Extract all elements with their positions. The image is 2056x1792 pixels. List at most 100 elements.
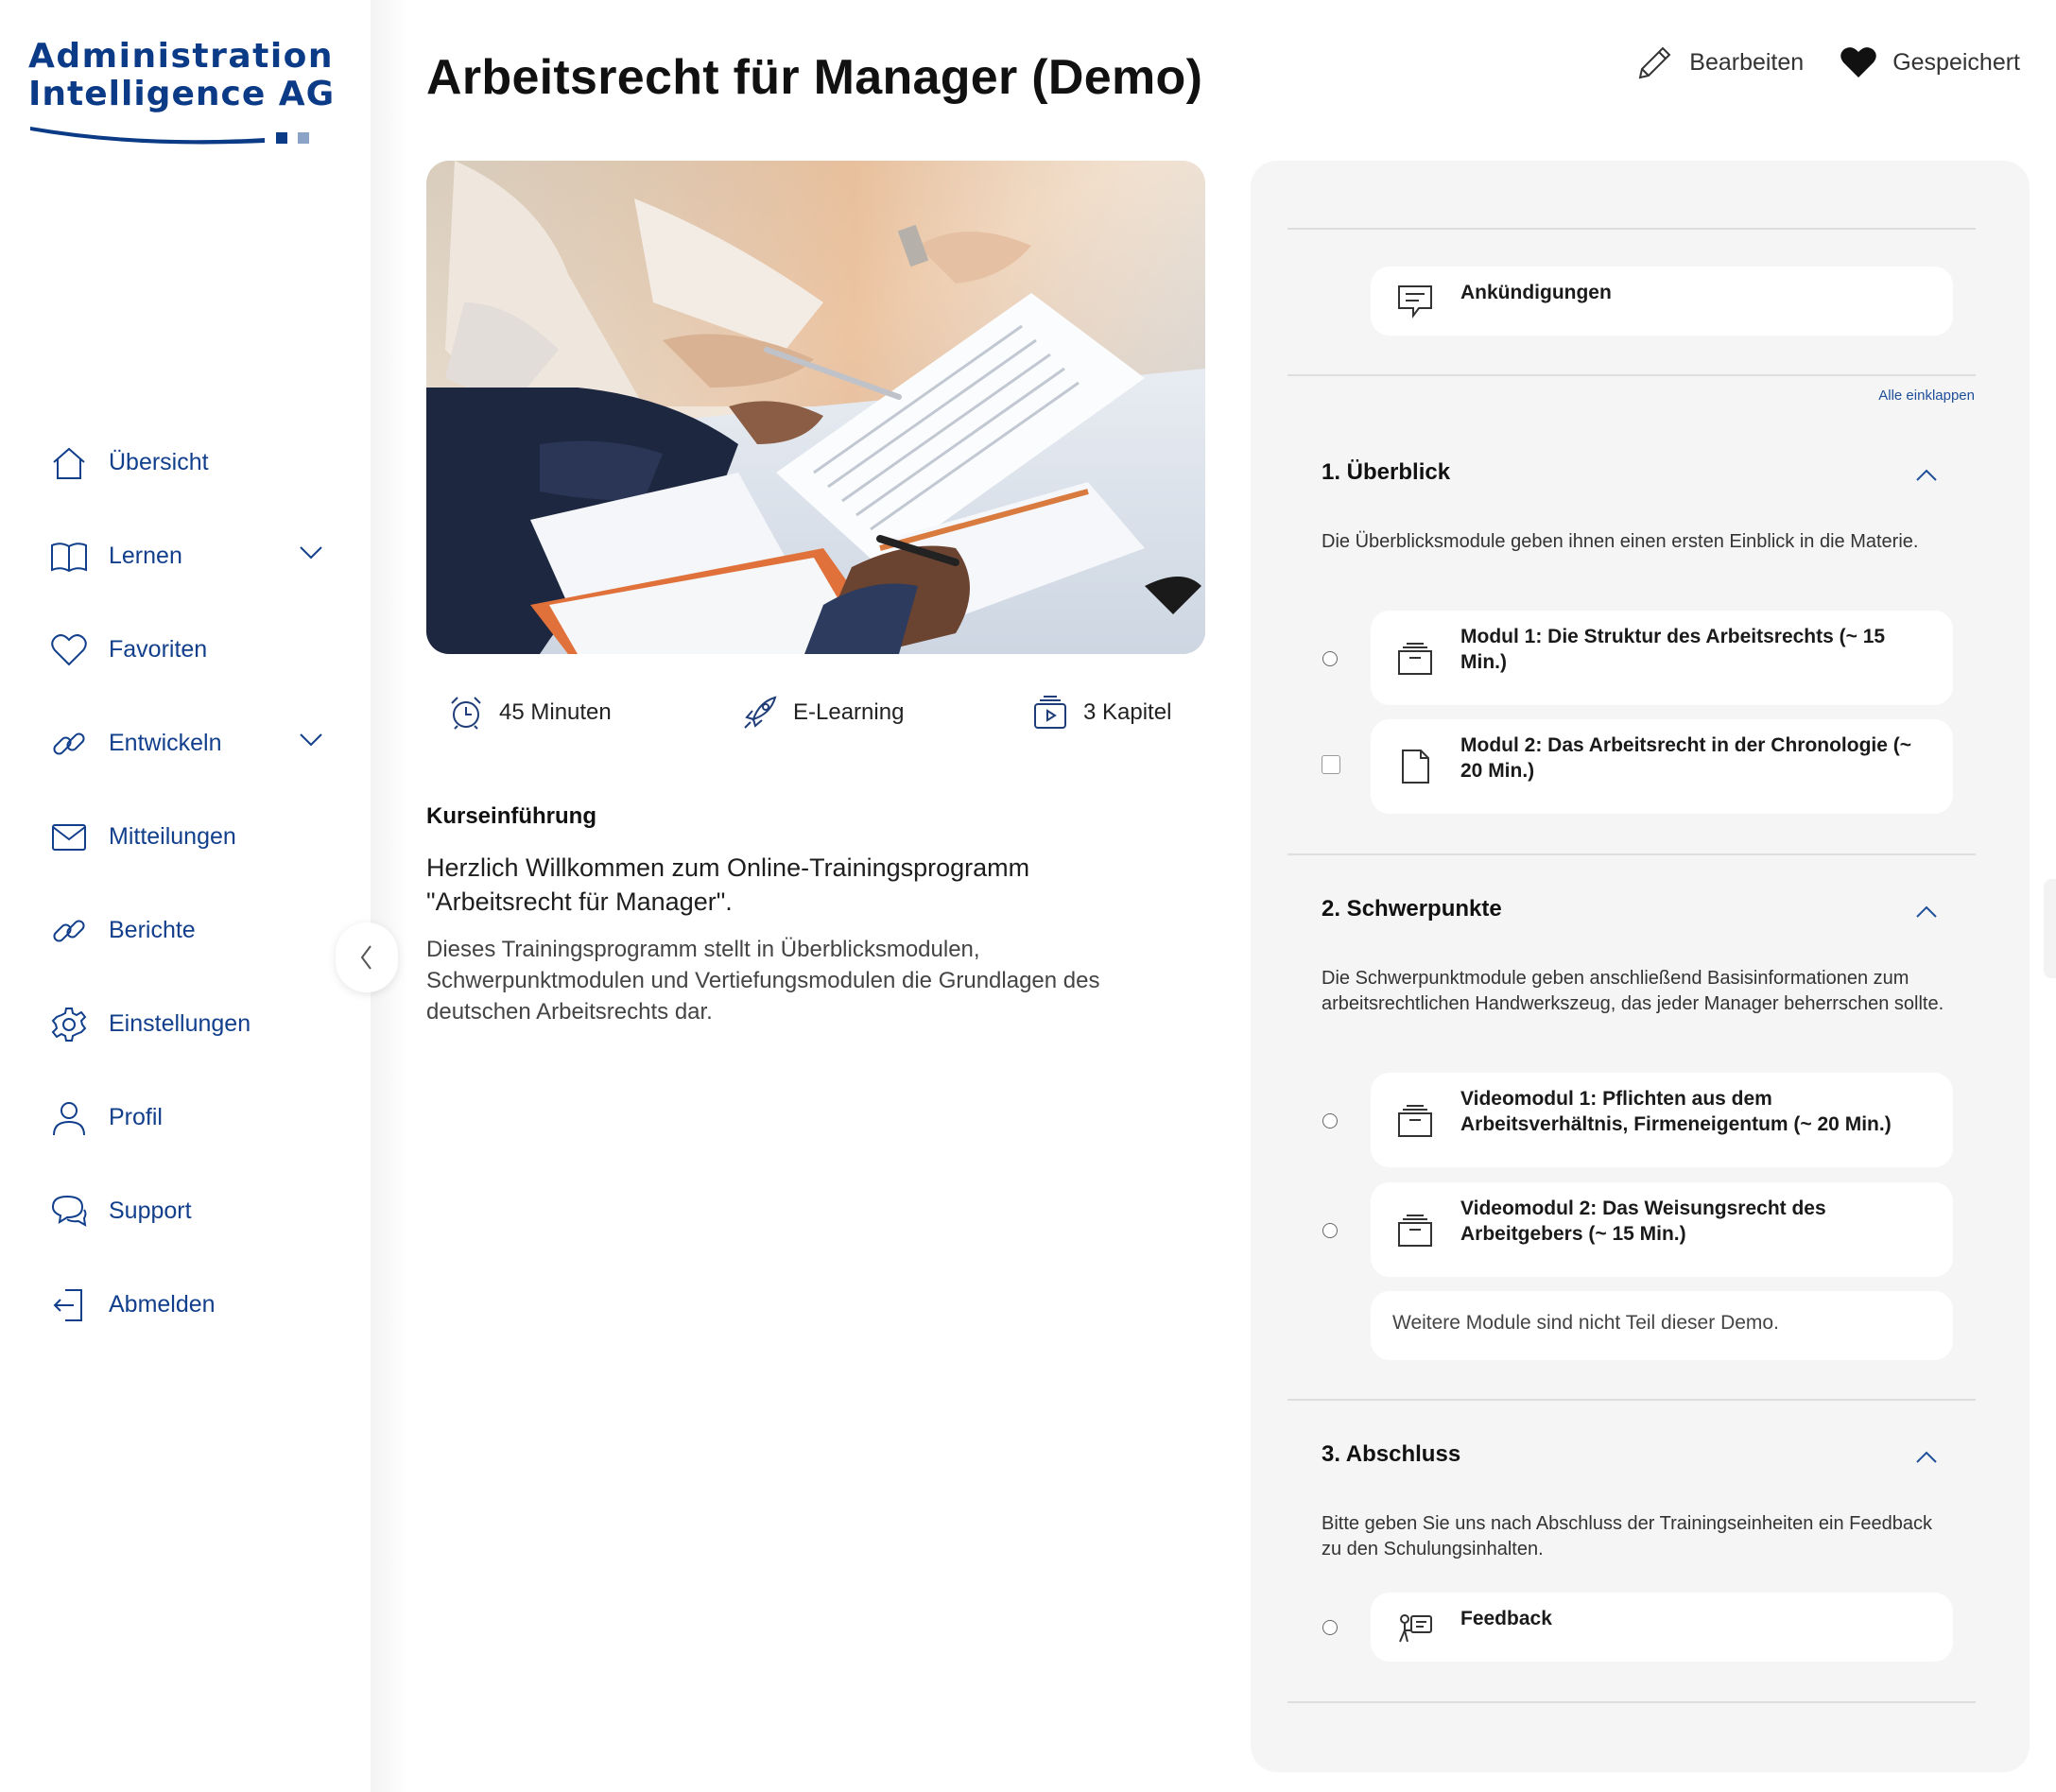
- sidebar-item-einstellungen[interactable]: Einstellungen: [47, 977, 340, 1071]
- module-status-checkbox[interactable]: [1322, 755, 1340, 774]
- scroll-handle[interactable]: [2044, 879, 2056, 978]
- edit-label: Bearbeiten: [1689, 48, 1805, 76]
- feedback-title: Feedback: [1460, 1608, 1552, 1629]
- collapse-all-link[interactable]: Alle einklappen: [1878, 388, 1975, 404]
- chevron-up-icon[interactable]: [1915, 905, 1938, 919]
- link-icon: [47, 909, 91, 953]
- meta-chapters: 3 Kapitel: [1032, 695, 1171, 731]
- sidebar-item-label: Abmelden: [109, 1291, 216, 1318]
- duration-label: 45 Minuten: [499, 699, 612, 725]
- collapse-sidebar-button[interactable]: [336, 922, 398, 992]
- module-card[interactable]: Videomodul 2: Das Weisungsrecht des Arbe…: [1371, 1182, 1953, 1277]
- mail-icon: [47, 816, 91, 859]
- sidebar-item-label: Mitteilungen: [109, 823, 236, 850]
- meta-duration: 45 Minuten: [448, 695, 612, 731]
- divider: [1287, 853, 1976, 855]
- sidebar-item-mitteilungen[interactable]: Mitteilungen: [47, 790, 340, 884]
- chapters-label: 3 Kapitel: [1083, 699, 1172, 725]
- chevron-down-icon[interactable]: [299, 732, 323, 748]
- sidebar-item-label: Lernen: [109, 543, 182, 569]
- logout-icon: [47, 1284, 91, 1327]
- demo-note-card: Weitere Module sind nicht Teil dieser De…: [1371, 1291, 1953, 1360]
- sidebar-item-favoriten[interactable]: Favoriten: [47, 603, 340, 697]
- sidebar-item-uebersicht[interactable]: Übersicht: [47, 416, 340, 509]
- gear-icon: [47, 1003, 91, 1046]
- divider: [1287, 1399, 1976, 1401]
- module-title: Modul 1: Die Struktur des Arbeitsrechts …: [1460, 626, 1886, 673]
- sidebar: Administration Intelligence AG Übersicht…: [0, 0, 371, 1792]
- document-icon: [1393, 745, 1437, 788]
- sidebar-item-label: Entwickeln: [109, 730, 222, 756]
- sidebar-item-label: Berichte: [109, 917, 196, 943]
- sidebar-item-entwickeln[interactable]: Entwickeln: [47, 697, 340, 790]
- edit-button[interactable]: Bearbeiten: [1636, 43, 1804, 81]
- sidebar-divider: [371, 0, 408, 1792]
- archive-box-icon: [1393, 1098, 1437, 1142]
- archive-box-icon: [1393, 1208, 1437, 1251]
- module-status-radio[interactable]: [1322, 1113, 1338, 1129]
- page-title: Arbeitsrecht für Manager (Demo): [426, 50, 1203, 105]
- intro-body: Dieses Trainingsprogramm stellt in Überb…: [426, 937, 1100, 1025]
- chevron-up-icon[interactable]: [1915, 1451, 1938, 1464]
- book-icon: [47, 535, 91, 578]
- format-label: E-Learning: [793, 699, 905, 725]
- feedback-card[interactable]: Feedback: [1371, 1593, 1953, 1662]
- module-status-radio[interactable]: [1322, 1620, 1338, 1635]
- section-description: Bitte geben Sie uns nach Abschluss der T…: [1322, 1513, 1932, 1559]
- section-title[interactable]: 1. Überblick: [1322, 459, 1450, 486]
- demo-note: Weitere Module sind nicht Teil dieser De…: [1392, 1312, 1779, 1334]
- module-status-radio[interactable]: [1322, 1223, 1338, 1238]
- sidebar-item-berichte[interactable]: Berichte: [47, 884, 340, 977]
- sidebar-item-label: Übersicht: [109, 449, 209, 475]
- module-card[interactable]: Modul 1: Die Struktur des Arbeitsrechts …: [1371, 611, 1953, 705]
- feedback-icon: [1393, 1606, 1437, 1649]
- sidebar-item-label: Profil: [109, 1104, 163, 1130]
- announcements-card[interactable]: Ankündigungen: [1371, 267, 1953, 336]
- sidebar-item-label: Favoriten: [109, 636, 208, 663]
- divider: [1287, 1701, 1976, 1703]
- chevron-up-icon[interactable]: [1915, 469, 1938, 482]
- message-icon: [1393, 280, 1437, 323]
- rocket-icon: [744, 696, 777, 729]
- section-description: Die Schwerpunktmodule geben anschließend…: [1322, 968, 1944, 1014]
- logo-line-1: Administration: [28, 37, 335, 76]
- heart-icon: [47, 629, 91, 672]
- video-chapters-icon: [1034, 696, 1066, 729]
- module-status-radio[interactable]: [1322, 651, 1338, 666]
- intro-lead: Herzlich Willkommen zum Online-Trainings…: [426, 853, 1030, 916]
- course-hero-image: [426, 161, 1205, 654]
- header-actions: Bearbeiten Gespeichert: [1636, 43, 2020, 81]
- section-title[interactable]: 2. Schwerpunkte: [1322, 896, 1502, 922]
- section-title[interactable]: 3. Abschluss: [1322, 1441, 1460, 1468]
- meta-format: E-Learning: [742, 695, 904, 731]
- announcements-title: Ankündigungen: [1460, 282, 1612, 303]
- sidebar-item-lernen[interactable]: Lernen: [47, 509, 340, 603]
- intro-heading: Kurseinführung: [426, 803, 596, 829]
- logo-swoosh-icon: [30, 127, 309, 145]
- sidebar-item-abmelden[interactable]: Abmelden: [47, 1258, 340, 1352]
- divider: [1287, 228, 1976, 230]
- sidebar-item-profil[interactable]: Profil: [47, 1071, 340, 1164]
- alarm-clock-icon: [451, 697, 481, 730]
- divider: [1287, 374, 1976, 376]
- contract-signing-photo: [426, 161, 1205, 654]
- module-title: Videomodul 2: Das Weisungsrecht des Arbe…: [1460, 1198, 1826, 1245]
- chevron-left-icon: [360, 945, 371, 970]
- saved-label: Gespeichert: [1892, 48, 2020, 76]
- chat-bubbles-icon: [47, 1190, 91, 1233]
- module-card[interactable]: Modul 2: Das Arbeitsrecht in der Chronol…: [1371, 719, 1953, 814]
- main-nav: Übersicht Lernen Favoriten Entwickeln Mi…: [47, 416, 340, 1352]
- module-title: Modul 2: Das Arbeitsrecht in der Chronol…: [1460, 734, 1912, 782]
- section-description: Die Überblicksmodule geben ihnen einen e…: [1322, 531, 1919, 552]
- user-icon: [47, 1096, 91, 1140]
- company-logo[interactable]: Administration Intelligence AG: [28, 37, 335, 151]
- chevron-down-icon[interactable]: [299, 545, 323, 560]
- link-icon: [47, 722, 91, 766]
- pencil-icon: [1638, 46, 1671, 79]
- module-title: Videomodul 1: Pflichten aus dem Arbeitsv…: [1460, 1088, 1892, 1135]
- sidebar-item-label: Support: [109, 1198, 192, 1224]
- saved-button[interactable]: Gespeichert: [1840, 45, 2020, 79]
- home-icon: [47, 441, 91, 485]
- sidebar-item-support[interactable]: Support: [47, 1164, 340, 1258]
- module-card[interactable]: Videomodul 1: Pflichten aus dem Arbeitsv…: [1371, 1073, 1953, 1167]
